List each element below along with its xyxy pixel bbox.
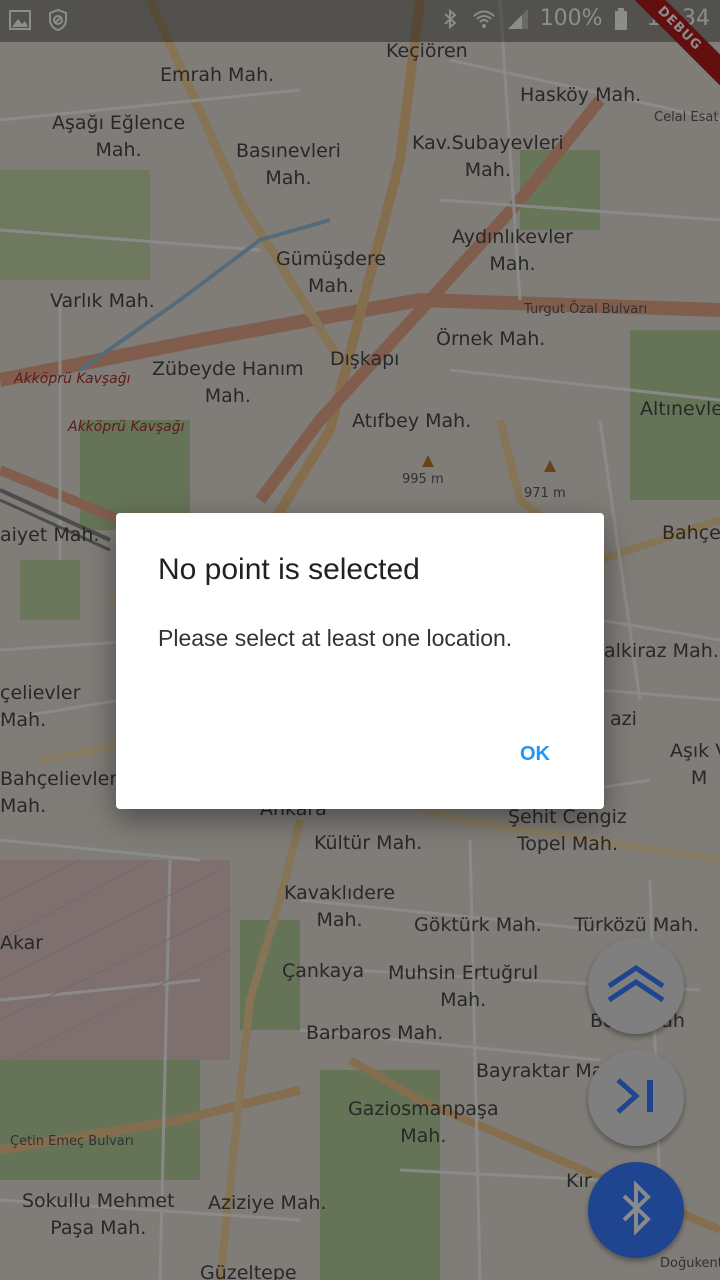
dialog-message: Please select at least one location. xyxy=(158,625,513,651)
ok-button[interactable]: OK xyxy=(502,735,568,774)
bluetooth-icon xyxy=(616,1180,656,1239)
route-icon xyxy=(606,964,666,1008)
route-button[interactable] xyxy=(588,938,684,1034)
bluetooth-button[interactable] xyxy=(588,1162,684,1258)
dialog-title: No point is selected xyxy=(158,553,420,586)
skip-to-end-button[interactable] xyxy=(588,1050,684,1146)
alert-dialog: No point is selected Please select at le… xyxy=(116,513,604,809)
skip-to-end-icon xyxy=(614,1076,658,1120)
